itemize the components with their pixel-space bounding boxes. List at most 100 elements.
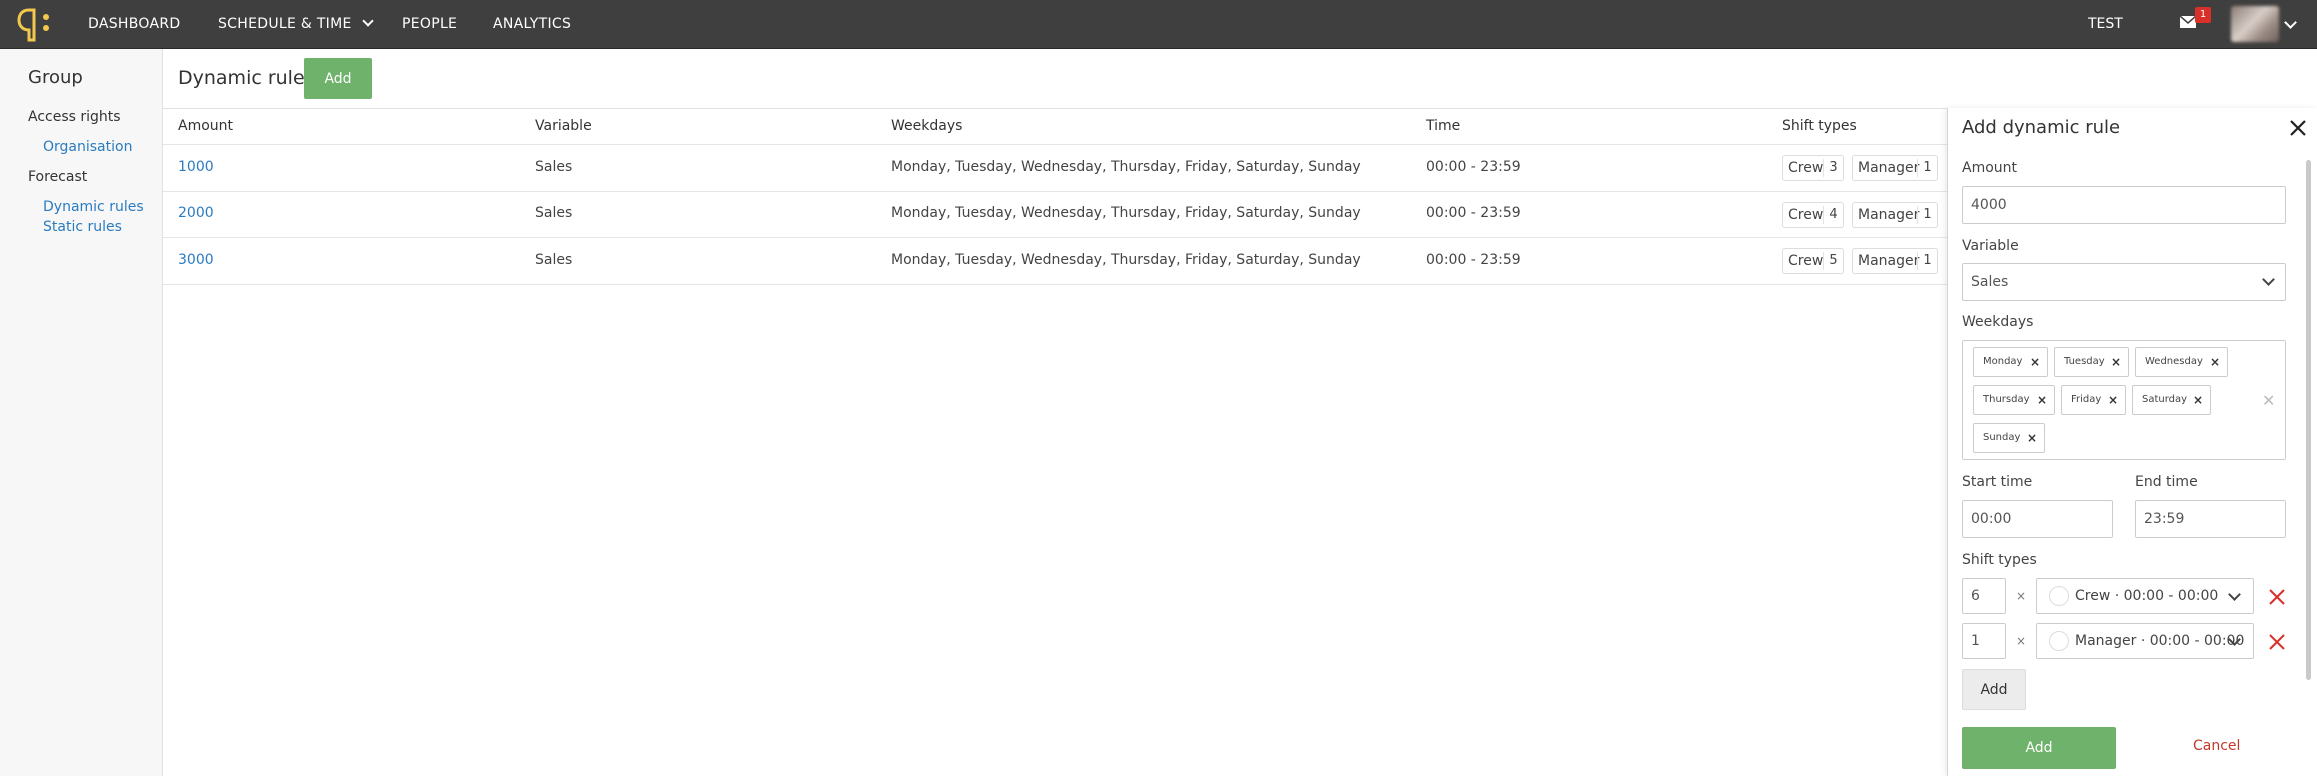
avatar[interactable] xyxy=(2231,6,2279,42)
column-header-weekdays: Weekdays xyxy=(891,118,963,134)
remove-tag-icon[interactable]: × xyxy=(2027,424,2037,452)
org-name: TEST xyxy=(2088,16,2123,32)
variable-label: Variable xyxy=(1962,238,2019,254)
chevron-down-icon[interactable] xyxy=(2284,16,2297,29)
weekday-tag-sunday: Sunday × xyxy=(1973,423,2045,453)
panel-title: Add dynamic rule xyxy=(1962,117,2121,138)
remove-tag-icon[interactable]: × xyxy=(2193,386,2203,414)
add-shift-type-button[interactable]: Add xyxy=(1962,669,2026,710)
table-row-divider xyxy=(163,144,1948,145)
top-navbar: DASHBOARD SCHEDULE & TIME PEOPLE ANALYTI… xyxy=(0,0,2317,49)
table-row-divider xyxy=(163,237,1948,238)
table-divider xyxy=(163,108,1948,109)
shift-chip-count: 4 xyxy=(1823,206,1843,224)
row-weekdays: Monday, Tuesday, Wednesday, Thursday, Fr… xyxy=(891,159,1361,175)
sidebar-item-dynamic-rules[interactable]: Dynamic rules xyxy=(43,199,144,215)
remove-tag-icon[interactable]: × xyxy=(2111,348,2121,376)
nav-people-label: PEOPLE xyxy=(402,16,458,32)
shift-chip: Crew 3 xyxy=(1782,155,1844,181)
row-weekdays: Monday, Tuesday, Wednesday, Thursday, Fr… xyxy=(891,205,1361,221)
cancel-button[interactable]: Cancel xyxy=(2193,738,2240,754)
weekday-tag-label: Thursday xyxy=(1983,394,2030,405)
shift-chip-count: 1 xyxy=(1917,206,1937,224)
nav-dashboard-label: DASHBOARD xyxy=(88,16,181,32)
weekday-tag-tuesday: Tuesday × xyxy=(2054,347,2129,377)
amount-label: Amount xyxy=(1962,160,2018,176)
shift-type-select[interactable]: Manager · 00:00 - 00:00 xyxy=(2036,623,2254,659)
variable-select[interactable]: Sales xyxy=(1962,263,2286,301)
remove-tag-icon[interactable]: × xyxy=(2108,386,2118,414)
weekday-tag-friday: Friday × xyxy=(2061,385,2126,415)
column-header-variable: Variable xyxy=(535,118,592,134)
multiply-sign: × xyxy=(2016,634,2027,648)
shift-chip: Crew 5 xyxy=(1782,248,1844,274)
variable-select-value: Sales xyxy=(1971,274,2009,290)
weekday-tag-label: Tuesday xyxy=(2064,356,2105,367)
weekday-tag-label: Monday xyxy=(1983,356,2023,367)
nav-analytics-label: ANALYTICS xyxy=(493,16,572,32)
start-time-input[interactable] xyxy=(1962,500,2113,538)
shift-type-select[interactable]: Crew · 00:00 - 00:00 xyxy=(2036,578,2254,614)
remove-shift-icon[interactable] xyxy=(2268,588,2286,606)
remove-tag-icon[interactable]: × xyxy=(2030,348,2040,376)
remove-tag-icon[interactable]: × xyxy=(2037,386,2047,414)
shift-chip: Manager 1 xyxy=(1852,202,1938,228)
org-switcher[interactable]: TEST xyxy=(2088,0,2133,49)
chevron-down-icon xyxy=(2228,588,2241,601)
sidebar: Group Access rights Organisation Forecas… xyxy=(0,49,163,776)
weekday-tag-label: Sunday xyxy=(1983,432,2021,443)
sidebar-title: Group xyxy=(28,67,83,88)
weekday-tag-label: Friday xyxy=(2071,394,2102,405)
row-amount-link[interactable]: 3000 xyxy=(178,252,214,268)
end-time-input[interactable] xyxy=(2135,500,2286,538)
row-variable: Sales xyxy=(535,252,573,268)
shift-qty-input[interactable] xyxy=(1962,623,2006,659)
shift-types-label: Shift types xyxy=(1962,552,2037,568)
table-row-divider xyxy=(163,191,1948,192)
page-title: Dynamic rules xyxy=(178,67,315,89)
shift-chip: Manager 1 xyxy=(1852,155,1938,181)
shift-color-swatch xyxy=(2049,586,2069,606)
weekday-tag-label: Saturday xyxy=(2142,394,2188,405)
add-rule-button[interactable]: Add xyxy=(304,58,372,99)
shift-chip-name: Manager xyxy=(1858,207,1920,223)
remove-tag-icon[interactable]: × xyxy=(2210,348,2220,376)
app-logo-icon[interactable] xyxy=(16,6,56,42)
row-variable: Sales xyxy=(535,159,573,175)
amount-input[interactable] xyxy=(1962,186,2286,224)
row-amount-link[interactable]: 1000 xyxy=(178,159,214,175)
shift-type-value: Crew · 00:00 - 00:00 xyxy=(2075,588,2219,604)
shift-chip-name: Crew xyxy=(1788,253,1824,269)
mail-icon[interactable] xyxy=(2180,16,2196,28)
weekday-tag-wednesday: Wednesday × xyxy=(2135,347,2228,377)
nav-analytics[interactable]: ANALYTICS xyxy=(493,0,571,49)
nav-schedule-time[interactable]: SCHEDULE & TIME xyxy=(218,0,374,49)
column-header-time: Time xyxy=(1426,118,1461,134)
chevron-down-icon xyxy=(2262,273,2275,286)
nav-schedule-label: SCHEDULE & TIME xyxy=(218,16,352,32)
row-weekdays: Monday, Tuesday, Wednesday, Thursday, Fr… xyxy=(891,252,1361,268)
shift-chip-name: Crew xyxy=(1788,207,1824,223)
close-icon[interactable] xyxy=(2288,118,2308,138)
submit-rule-button[interactable]: Add xyxy=(1962,727,2116,769)
weekday-tag-saturday: Saturday × xyxy=(2132,385,2211,415)
row-variable: Sales xyxy=(535,205,573,221)
sidebar-item-organisation[interactable]: Organisation xyxy=(43,139,132,155)
shift-chip-count: 5 xyxy=(1823,252,1843,270)
weekday-tag-thursday: Thursday × xyxy=(1973,385,2055,415)
shift-chip-count: 1 xyxy=(1917,252,1937,270)
shift-chip-count: 1 xyxy=(1917,159,1937,177)
shift-chip-count: 3 xyxy=(1823,159,1843,177)
sidebar-item-static-rules[interactable]: Static rules xyxy=(43,219,122,235)
remove-shift-icon[interactable] xyxy=(2268,633,2286,651)
nav-people[interactable]: PEOPLE xyxy=(402,0,457,49)
shift-qty-input[interactable] xyxy=(1962,578,2006,614)
row-amount-link[interactable]: 2000 xyxy=(178,205,214,221)
end-time-label: End time xyxy=(2135,474,2198,490)
shift-chip: Crew 4 xyxy=(1782,202,1844,228)
panel-scrollbar[interactable] xyxy=(2306,160,2311,680)
shift-type-value: Manager · 00:00 - 00:00 xyxy=(2075,633,2245,649)
nav-dashboard[interactable]: DASHBOARD xyxy=(88,0,180,49)
clear-all-icon[interactable]: ✕ xyxy=(2262,391,2275,410)
shift-color-swatch xyxy=(2049,631,2069,651)
